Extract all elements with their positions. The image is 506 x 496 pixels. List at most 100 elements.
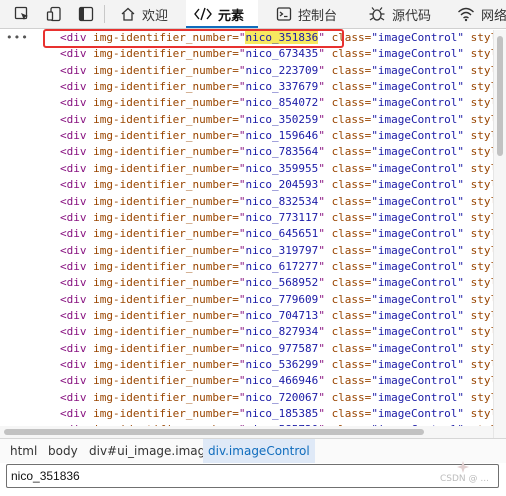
style-attr-name: style=: [470, 63, 493, 77]
class-attr-name: class=: [331, 325, 372, 339]
attr-name: img-identifier_number=: [93, 161, 239, 175]
dom-node-row[interactable]: <div img-identifier_number="nico_832534"…: [0, 194, 493, 210]
dom-node-row[interactable]: <div img-identifier_number="nico_645651"…: [0, 226, 493, 242]
dom-node-row[interactable]: <div img-identifier_number="nico_673435"…: [0, 46, 493, 62]
attr-name: img-identifier_number=: [93, 390, 239, 404]
dom-node-code: <div img-identifier_number="nico_536299"…: [60, 357, 493, 373]
dom-node-row[interactable]: <div img-identifier_number="nico_720067"…: [0, 390, 493, 406]
dom-node-code: <div img-identifier_number="nico_854072"…: [60, 95, 493, 111]
tab-network[interactable]: 网络: [455, 0, 506, 28]
tab-console[interactable]: 控制台: [274, 0, 345, 28]
inspect-element-icon[interactable]: [12, 4, 32, 24]
class-attr-value: "imageControl": [371, 194, 465, 208]
attr-name: img-identifier_number=: [93, 227, 239, 241]
attr-name: img-identifier_number=: [93, 358, 239, 371]
dom-node-row[interactable]: <div img-identifier_number="nico_223709"…: [0, 63, 493, 79]
breadcrumb-div-imagecontrol[interactable]: div.imageControl: [203, 439, 315, 463]
horizontal-scrollbar[interactable]: [0, 426, 493, 438]
dom-node-row[interactable]: <div img-identifier_number="nico_568952"…: [0, 275, 493, 291]
style-attr-name: style=: [470, 80, 493, 94]
dom-node-row[interactable]: <div img-identifier_number="nico_359955"…: [0, 161, 493, 177]
dom-search-input[interactable]: [7, 466, 481, 486]
style-attr-name: style=: [470, 145, 493, 159]
dom-node-row[interactable]: <div img-identifier_number="nico_854072"…: [0, 95, 493, 111]
class-attr-value: "imageControl": [371, 374, 465, 388]
breadcrumb-html[interactable]: html: [5, 439, 42, 463]
breadcrumb-body[interactable]: body: [43, 439, 83, 463]
tag-open: <div: [60, 145, 87, 159]
tag-open: <div: [60, 161, 87, 175]
tag-open: <div: [60, 276, 87, 290]
vertical-scrollbar-thumb[interactable]: [497, 36, 503, 156]
tab-welcome-label: 欢迎: [142, 8, 169, 24]
dom-node-code: <div img-identifier_number="nico_466946"…: [60, 373, 493, 389]
dock-side-icon[interactable]: [76, 4, 96, 24]
tab-welcome[interactable]: 欢迎: [118, 0, 176, 28]
dom-node-row[interactable]: <div img-identifier_number="nico_466946"…: [0, 373, 493, 389]
style-attr-name: style=: [470, 292, 493, 306]
style-attr-name: style=: [470, 31, 493, 44]
class-attr-name: class=: [331, 63, 372, 77]
dom-node-row[interactable]: <div img-identifier_number="nico_773117"…: [0, 210, 493, 226]
identifier-value: nico_568952: [245, 276, 319, 290]
dom-tree[interactable]: ••• <div img-identifier_number="nico_3518…: [0, 30, 493, 438]
dom-node-row[interactable]: <div img-identifier_number="nico_337679"…: [0, 79, 493, 95]
dom-node-row[interactable]: <div img-identifier_number="nico_319797"…: [0, 243, 493, 259]
tag-open: <div: [60, 210, 87, 224]
code-icon: [194, 6, 212, 22]
style-attr-name: style=: [470, 390, 493, 404]
class-attr-value: "imageControl": [371, 325, 465, 339]
dom-node-row[interactable]: <div img-identifier_number="nico_350259"…: [0, 112, 493, 128]
style-attr-name: style=: [470, 210, 493, 224]
class-attr-value: "imageControl": [371, 259, 465, 273]
attr-name: img-identifier_number=: [93, 112, 239, 126]
style-attr-name: style=: [470, 112, 493, 126]
class-attr-value: "imageControl": [371, 243, 465, 257]
identifier-value: nico_185385: [245, 407, 319, 421]
identifier-value: nico_536299: [245, 358, 319, 371]
dom-node-row[interactable]: <div img-identifier_number="nico_159646"…: [0, 128, 493, 144]
attr-name: img-identifier_number=: [93, 145, 239, 159]
dom-node-row[interactable]: <div img-identifier_number="nico_617277"…: [0, 259, 493, 275]
tab-elements[interactable]: 元素: [186, 0, 259, 28]
tab-elements-label: 元素: [218, 8, 245, 24]
class-attr-name: class=: [331, 178, 372, 192]
dom-node-row[interactable]: <div img-identifier_number="nico_827934"…: [0, 324, 493, 340]
vertical-scrollbar[interactable]: [493, 30, 506, 438]
style-attr-name: style=: [470, 374, 493, 388]
class-attr-name: class=: [331, 243, 372, 257]
tab-network-label: 网络: [481, 8, 506, 24]
dom-node-row[interactable]: <div img-identifier_number="nico_185385"…: [0, 406, 493, 422]
dom-node-row[interactable]: <div img-identifier_number="nico_204593"…: [0, 177, 493, 193]
class-attr-name: class=: [331, 308, 372, 322]
node-actions-ellipsis[interactable]: •••: [6, 30, 29, 46]
dom-node-row[interactable]: <div img-identifier_number="nico_779609"…: [0, 292, 493, 308]
tag-open: <div: [60, 129, 87, 143]
class-attr-name: class=: [331, 407, 372, 421]
breadcrumb: html body div#ui_image.image div.imageCo…: [0, 438, 506, 463]
tab-sources[interactable]: 源代码: [366, 0, 439, 28]
dom-node-code: <div img-identifier_number="nico_977587"…: [60, 341, 493, 357]
dom-node-code: <div img-identifier_number="nico_773117"…: [60, 210, 493, 226]
dom-node-row[interactable]: <div img-identifier_number="nico_704713"…: [0, 308, 493, 324]
dom-search-box[interactable]: [6, 464, 499, 488]
dom-node-row[interactable]: <div img-identifier_number="nico_783564"…: [0, 144, 493, 160]
class-attr-value: "imageControl": [371, 292, 465, 306]
identifier-value: nico_617277: [245, 259, 319, 273]
identifier-value: nico_773117: [245, 210, 319, 224]
dom-node-code: <div img-identifier_number="nico_779609"…: [60, 292, 493, 308]
device-emulation-icon[interactable]: [44, 4, 64, 24]
tag-open: <div: [60, 63, 87, 77]
style-attr-name: style=: [470, 227, 493, 241]
horizontal-scrollbar-thumb[interactable]: [4, 429, 424, 435]
dom-node-row[interactable]: <div img-identifier_number="nico_536299"…: [0, 357, 493, 373]
class-attr-value: "imageControl": [371, 210, 465, 224]
class-attr-value: "imageControl": [371, 227, 465, 241]
dom-node-row[interactable]: <div img-identifier_number="nico_977587"…: [0, 341, 493, 357]
class-attr-name: class=: [331, 80, 372, 94]
bug-icon: [368, 6, 386, 22]
tag-open: <div: [60, 390, 87, 404]
breadcrumb-div-ui-image[interactable]: div#ui_image.image: [84, 439, 218, 463]
attr-name: img-identifier_number=: [93, 47, 239, 61]
style-attr-name: style=: [470, 276, 493, 290]
